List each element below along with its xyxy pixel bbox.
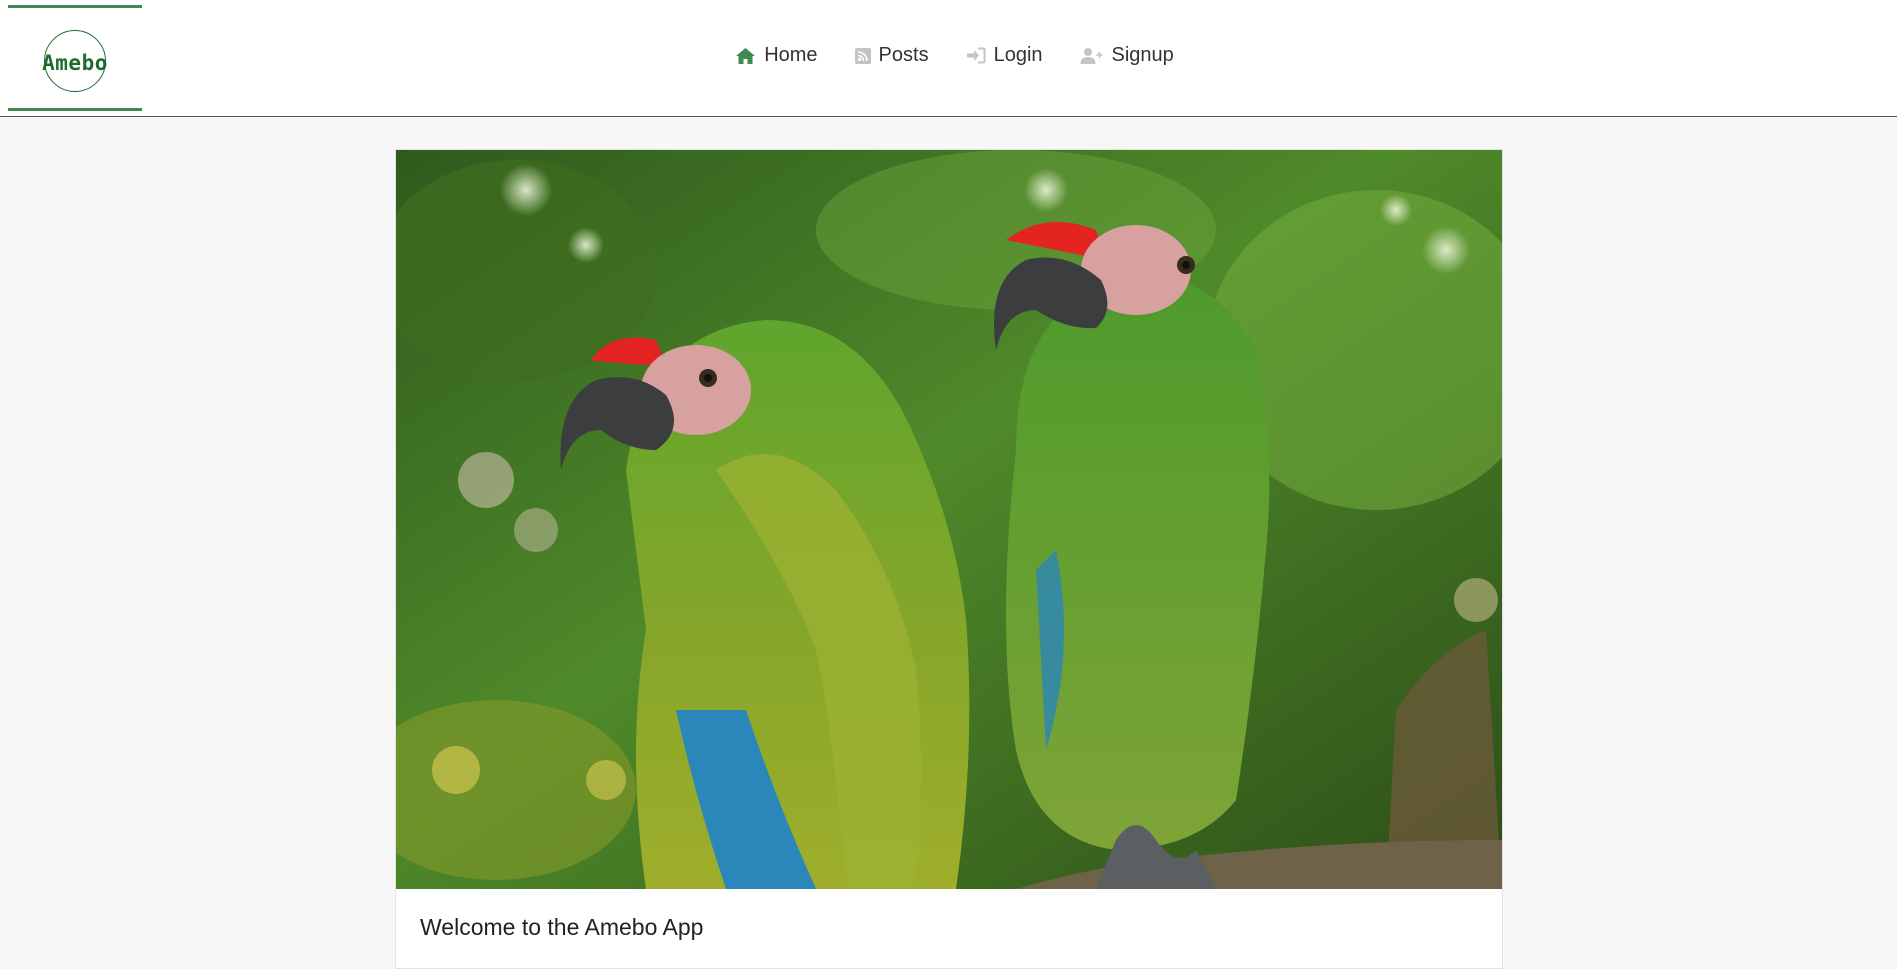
card-title: Welcome to the Amebo App — [420, 914, 704, 940]
home-icon — [736, 47, 756, 64]
nav-links: Home Posts Login Signup — [0, 44, 1897, 67]
nav-posts-link[interactable]: Posts — [854, 44, 929, 67]
nav-login-link[interactable]: Login — [966, 44, 1043, 67]
user-plus-icon — [1080, 47, 1103, 64]
nav-signup-link[interactable]: Signup — [1080, 44, 1174, 67]
rss-icon — [854, 47, 871, 64]
nav-signup-label: Signup — [1111, 44, 1174, 66]
hero-image — [396, 150, 1502, 889]
welcome-card: Welcome to the Amebo App — [395, 149, 1503, 969]
navbar: Amebo Home Posts Login Signup — [0, 0, 1897, 117]
nav-posts-label: Posts — [878, 44, 929, 66]
nav-home-link[interactable]: Home — [735, 44, 818, 67]
nav-login-label: Login — [993, 44, 1043, 66]
sign-in-icon — [966, 47, 986, 64]
nav-home-label: Home — [764, 44, 818, 66]
